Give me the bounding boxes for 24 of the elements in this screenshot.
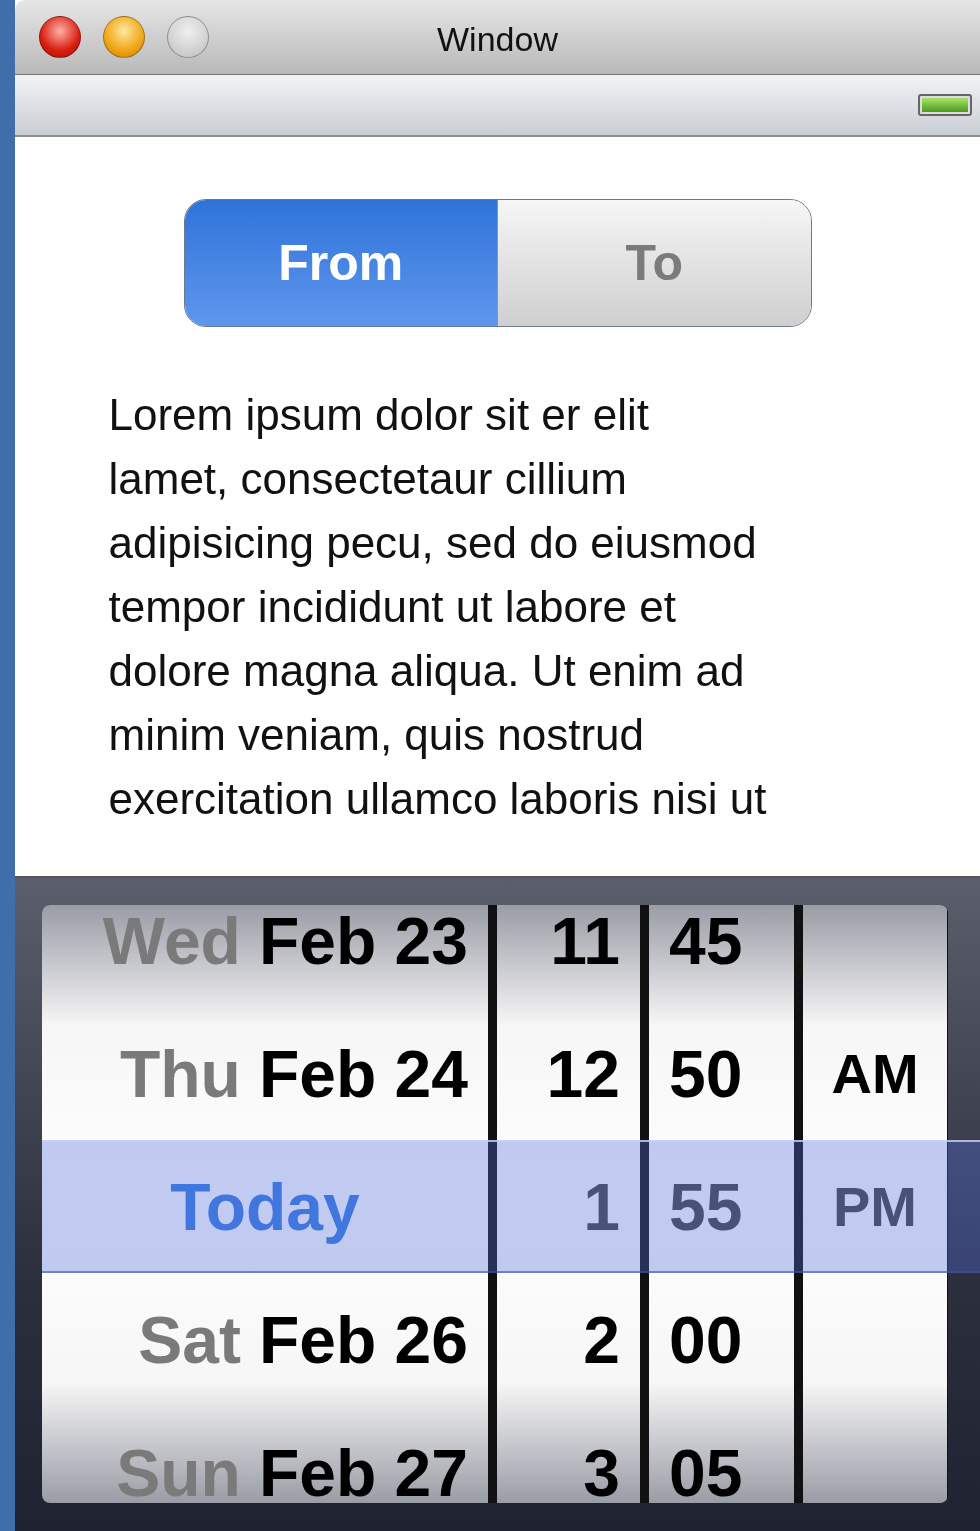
period-text[interactable]: PM bbox=[833, 1174, 917, 1239]
body-paragraph: Lorem ipsum dolor sit er elit lamet, consectetaur cillium adipisicing pecu, sed do eiusmod tempor incididunt ut labore et dolore magna aliqua. Ut enim ad minim veniam, quis nostrud exercitation ullamco laboris nisi ut bbox=[108, 389, 768, 825]
window-title: Window bbox=[437, 20, 558, 58]
minute-text[interactable]: 50 bbox=[669, 1035, 743, 1112]
date-text[interactable]: Feb 24 bbox=[258, 1035, 468, 1112]
period-text[interactable]: AM bbox=[831, 1041, 919, 1106]
battery-icon bbox=[918, 94, 972, 116]
minute-text[interactable]: 05 bbox=[669, 1434, 743, 1503]
hour-text[interactable]: 1 bbox=[583, 1168, 620, 1245]
minute-text[interactable]: 00 bbox=[669, 1301, 743, 1378]
weekday-text[interactable]: Sat bbox=[138, 1301, 241, 1378]
minute-text[interactable]: 55 bbox=[669, 1168, 743, 1245]
minimize-window-button[interactable] bbox=[103, 16, 145, 58]
minute-text[interactable]: 45 bbox=[669, 905, 743, 979]
hour-text[interactable]: 3 bbox=[583, 1434, 620, 1503]
hour-text[interactable]: 2 bbox=[583, 1301, 620, 1378]
close-window-button[interactable] bbox=[39, 16, 81, 58]
weekday-text[interactable]: Thu bbox=[119, 1035, 241, 1112]
segment-tab[interactable]: From bbox=[184, 200, 497, 326]
date-text[interactable]: Feb 26 bbox=[258, 1301, 468, 1378]
hour-text[interactable]: 11 bbox=[550, 905, 620, 979]
hour-text[interactable]: 12 bbox=[546, 1035, 620, 1112]
date-text[interactable]: Feb 27 bbox=[258, 1434, 468, 1503]
date-text[interactable]: Feb 23 bbox=[258, 905, 468, 979]
